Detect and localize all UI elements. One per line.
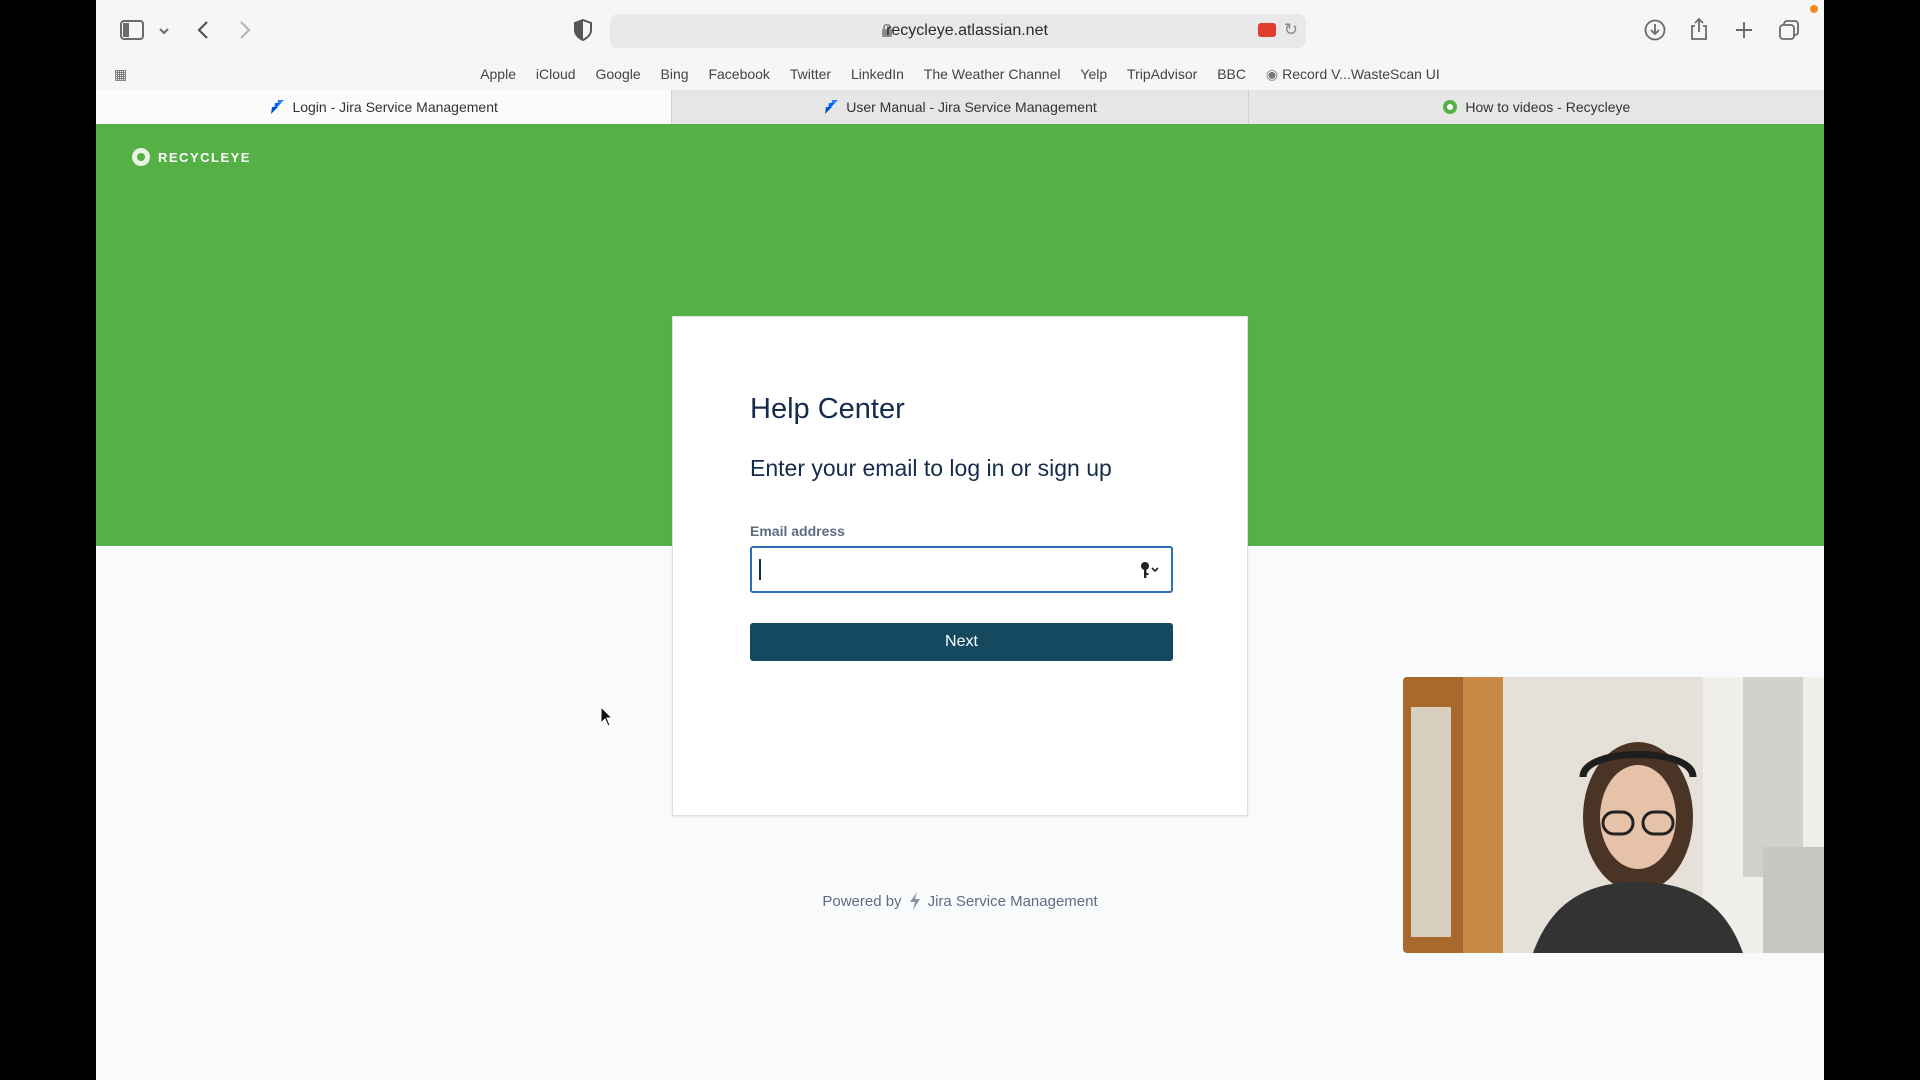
favorites-list: Apple iCloud Google Bing Facebook Twitte… (96, 66, 1824, 83)
favorite-apple[interactable]: Apple (480, 66, 516, 82)
address-bar[interactable]: recycleye.atlassian.net ↻ (610, 14, 1306, 48)
screen-record-icon[interactable] (1258, 23, 1276, 37)
page-title: Help Center (750, 393, 905, 425)
record-favicon-icon: ◉ (1265, 66, 1279, 82)
powered-by-text: Powered by (822, 892, 902, 910)
favorite-facebook[interactable]: Facebook (708, 66, 769, 82)
text-caret (759, 559, 761, 580)
tab-overview-icon[interactable] (1778, 19, 1800, 41)
login-subtitle: Enter your email to log in or sign up (750, 455, 1112, 481)
browser-window: recycleye.atlassian.net ↻ ▦ Apple iCloud… (96, 0, 1824, 1080)
chevron-down-icon[interactable] (158, 26, 170, 36)
favorite-yelp[interactable]: Yelp (1080, 66, 1107, 82)
download-icon[interactable] (1644, 19, 1666, 41)
webcam-video-overlay (1403, 677, 1824, 953)
favorites-bar: ▦ Apple iCloud Google Bing Facebook Twit… (96, 60, 1824, 90)
recycleye-favicon-icon (1443, 100, 1458, 114)
favorite-linkedin[interactable]: LinkedIn (851, 66, 904, 82)
favorite-wastescan[interactable]: ◉ Record V...WasteScan UI (1266, 66, 1440, 82)
favorite-bing[interactable]: Bing (661, 66, 689, 82)
tab-user-manual[interactable]: User Manual - Jira Service Management (671, 90, 1248, 124)
logo-text: RECYCLEYE (158, 149, 251, 165)
login-card: Help Center Enter your email to log in o… (672, 316, 1248, 816)
tab-label: How to videos - Recycleye (1465, 99, 1631, 115)
new-tab-icon[interactable] (1734, 20, 1754, 40)
email-field[interactable] (750, 546, 1173, 593)
favorite-google[interactable]: Google (595, 66, 640, 82)
jira-bolt-icon (909, 892, 920, 910)
favorite-twitter[interactable]: Twitter (790, 66, 831, 82)
mouse-cursor (600, 706, 614, 727)
shield-icon[interactable] (573, 19, 593, 41)
email-input[interactable] (758, 554, 1118, 584)
jira-favicon-icon (271, 100, 285, 114)
recycleye-logo[interactable]: RECYCLEYE (132, 148, 251, 166)
favorite-bbc[interactable]: BBC (1217, 66, 1246, 82)
url-text: recycleye.atlassian.net (886, 22, 1048, 39)
tab-how-to-videos[interactable]: How to videos - Recycleye (1247, 90, 1824, 124)
forward-icon[interactable] (238, 20, 252, 40)
tab-label: Login - Jira Service Management (292, 99, 498, 115)
share-icon[interactable] (1689, 17, 1709, 41)
next-button[interactable]: Next (750, 623, 1173, 661)
favorite-weather-channel[interactable]: The Weather Channel (924, 66, 1061, 82)
sidebar-icon[interactable] (120, 20, 144, 40)
jira-favicon-icon (825, 100, 839, 114)
email-label: Email address (750, 523, 845, 539)
favorite-tripadvisor[interactable]: TripAdvisor (1127, 66, 1197, 82)
key-icon[interactable] (1137, 559, 1161, 581)
back-icon[interactable] (196, 20, 210, 40)
recycleye-logo-icon (132, 148, 150, 166)
browser-toolbar: recycleye.atlassian.net ↻ (96, 0, 1824, 60)
tab-label: User Manual - Jira Service Management (846, 99, 1097, 115)
tab-bar: Login - Jira Service Management User Man… (96, 90, 1824, 124)
tab-login-jira[interactable]: Login - Jira Service Management (96, 90, 672, 124)
favorite-icloud[interactable]: iCloud (536, 66, 576, 82)
powered-by-product[interactable]: Jira Service Management (928, 893, 1098, 910)
notification-dot (1810, 5, 1818, 13)
reload-icon[interactable]: ↻ (1284, 20, 1298, 40)
